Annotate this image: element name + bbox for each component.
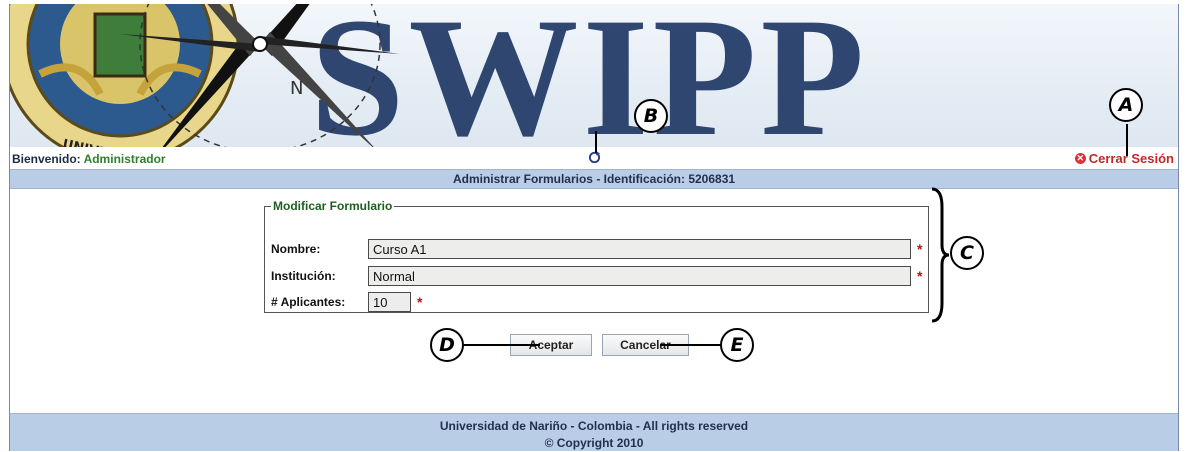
institucion-input[interactable] — [368, 266, 911, 286]
callout-d: D — [430, 328, 464, 362]
required-mark: * — [917, 268, 923, 284]
welcome-bar: Bienvenido: Administrador ✕ Cerrar Sesió… — [10, 147, 1178, 169]
logout-link[interactable]: ✕ Cerrar Sesión — [1074, 151, 1174, 166]
app-frame: SWIPP UNIVERSIDAD DE NARIÑO N Bienvenido… — [9, 4, 1179, 451]
footer-copyright: © Copyright 2010 — [544, 436, 644, 450]
callout-a: A — [1109, 88, 1143, 122]
footer-rights: Universidad de Nariño - Colombia - All r… — [439, 419, 749, 433]
callout-line-e — [660, 344, 722, 346]
page-title: Administrar Formularios - Identificación… — [10, 169, 1178, 189]
callout-line-a — [1126, 124, 1128, 156]
header-banner: SWIPP UNIVERSIDAD DE NARIÑO N — [10, 4, 1178, 147]
required-mark: * — [917, 241, 923, 257]
logout-label: Cerrar Sesión — [1088, 151, 1174, 166]
close-circle-icon: ✕ — [1074, 153, 1086, 164]
callout-e: E — [720, 328, 754, 362]
callout-b: B — [634, 99, 668, 133]
field-row-aplicantes: # Aplicantes: * — [271, 292, 422, 312]
callout-c: C — [950, 236, 984, 270]
field-row-nombre: Nombre: * — [271, 239, 922, 259]
footer: Universidad de Nariño - Colombia - All r… — [10, 413, 1178, 451]
callout-brace-c — [931, 187, 950, 323]
required-mark: * — [417, 294, 423, 310]
form-legend: Modificar Formulario — [273, 199, 393, 213]
callout-line-b — [595, 131, 597, 153]
compass-rose-icon: N — [120, 4, 400, 147]
field-row-institucion: Institución: * — [271, 266, 922, 286]
modify-form-fieldset: Modificar Formulario Nombre: * Instituci… — [264, 199, 929, 313]
aplicantes-label: # Aplicantes: — [271, 295, 346, 309]
aplicantes-input[interactable] — [368, 292, 411, 312]
callout-line-d — [464, 344, 540, 346]
user-name: Administrador — [83, 152, 166, 166]
nombre-input[interactable] — [368, 239, 911, 259]
welcome-label: Bienvenido: — [12, 152, 81, 166]
welcome-text: Bienvenido: Administrador — [12, 152, 166, 166]
institucion-label: Institución: — [271, 269, 336, 283]
svg-text:N: N — [290, 78, 303, 99]
nombre-label: Nombre: — [271, 242, 321, 256]
